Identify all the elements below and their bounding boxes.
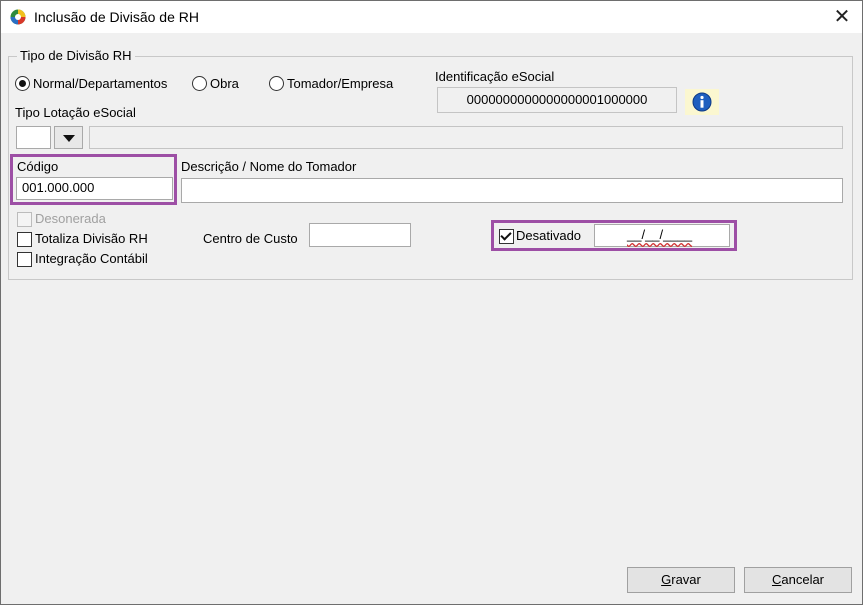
radio-obra-label: Obra [210,76,239,91]
esocial-id-label: Identificação eSocial [435,69,555,84]
esocial-id-field: 0000000000000000001000000 [437,87,677,113]
chevron-down-icon [63,135,75,142]
info-button[interactable] [685,89,719,115]
descricao-label: Descrição / Nome do Tomador [181,159,357,174]
integracao-label: Integração Contábil [35,251,148,266]
radio-normal-circle[interactable] [15,76,30,91]
descricao-input[interactable] [181,178,843,203]
radio-obra-circle[interactable] [192,76,207,91]
codigo-highlight-box [10,154,177,205]
cancelar-button[interactable]: Cancelar [744,567,852,593]
lotacao-label: Tipo Lotação eSocial [15,105,136,120]
dialog-window: Inclusão de Divisão de RH ✕ Tipo de Divi… [0,0,863,605]
lotacao-description-field [89,126,843,149]
info-icon [692,92,712,112]
close-icon: ✕ [833,6,851,28]
radio-tomador-circle[interactable] [269,76,284,91]
gravar-rest: ravar [671,572,701,587]
radio-normal-label: Normal/Departamentos [33,76,168,91]
totaliza-label: Totaliza Divisão RH [35,231,148,246]
group-legend: Tipo de Divisão RH [17,48,135,63]
cancelar-accel: C [771,572,782,587]
lotacao-dropdown-button[interactable] [54,126,83,149]
app-logo-icon [10,9,26,25]
integracao-checkbox[interactable] [17,252,32,267]
desativado-highlight-box [491,220,737,251]
close-button[interactable]: ✕ [827,4,857,30]
desonerada-label: Desonerada [35,211,106,226]
centro-custo-label: Centro de Custo [203,231,298,246]
cancelar-rest: ancelar [781,572,825,587]
desonerada-checkbox[interactable] [17,212,32,227]
totaliza-checkbox[interactable] [17,232,32,247]
gravar-button[interactable]: Gravar [627,567,735,593]
centro-custo-input[interactable] [309,223,411,247]
lotacao-code-input[interactable] [16,126,51,149]
title-bar[interactable]: Inclusão de Divisão de RH ✕ [1,1,862,33]
gravar-accel: G [661,572,672,587]
radio-tomador-label: Tomador/Empresa [287,76,394,91]
window-title: Inclusão de Divisão de RH [34,9,199,25]
